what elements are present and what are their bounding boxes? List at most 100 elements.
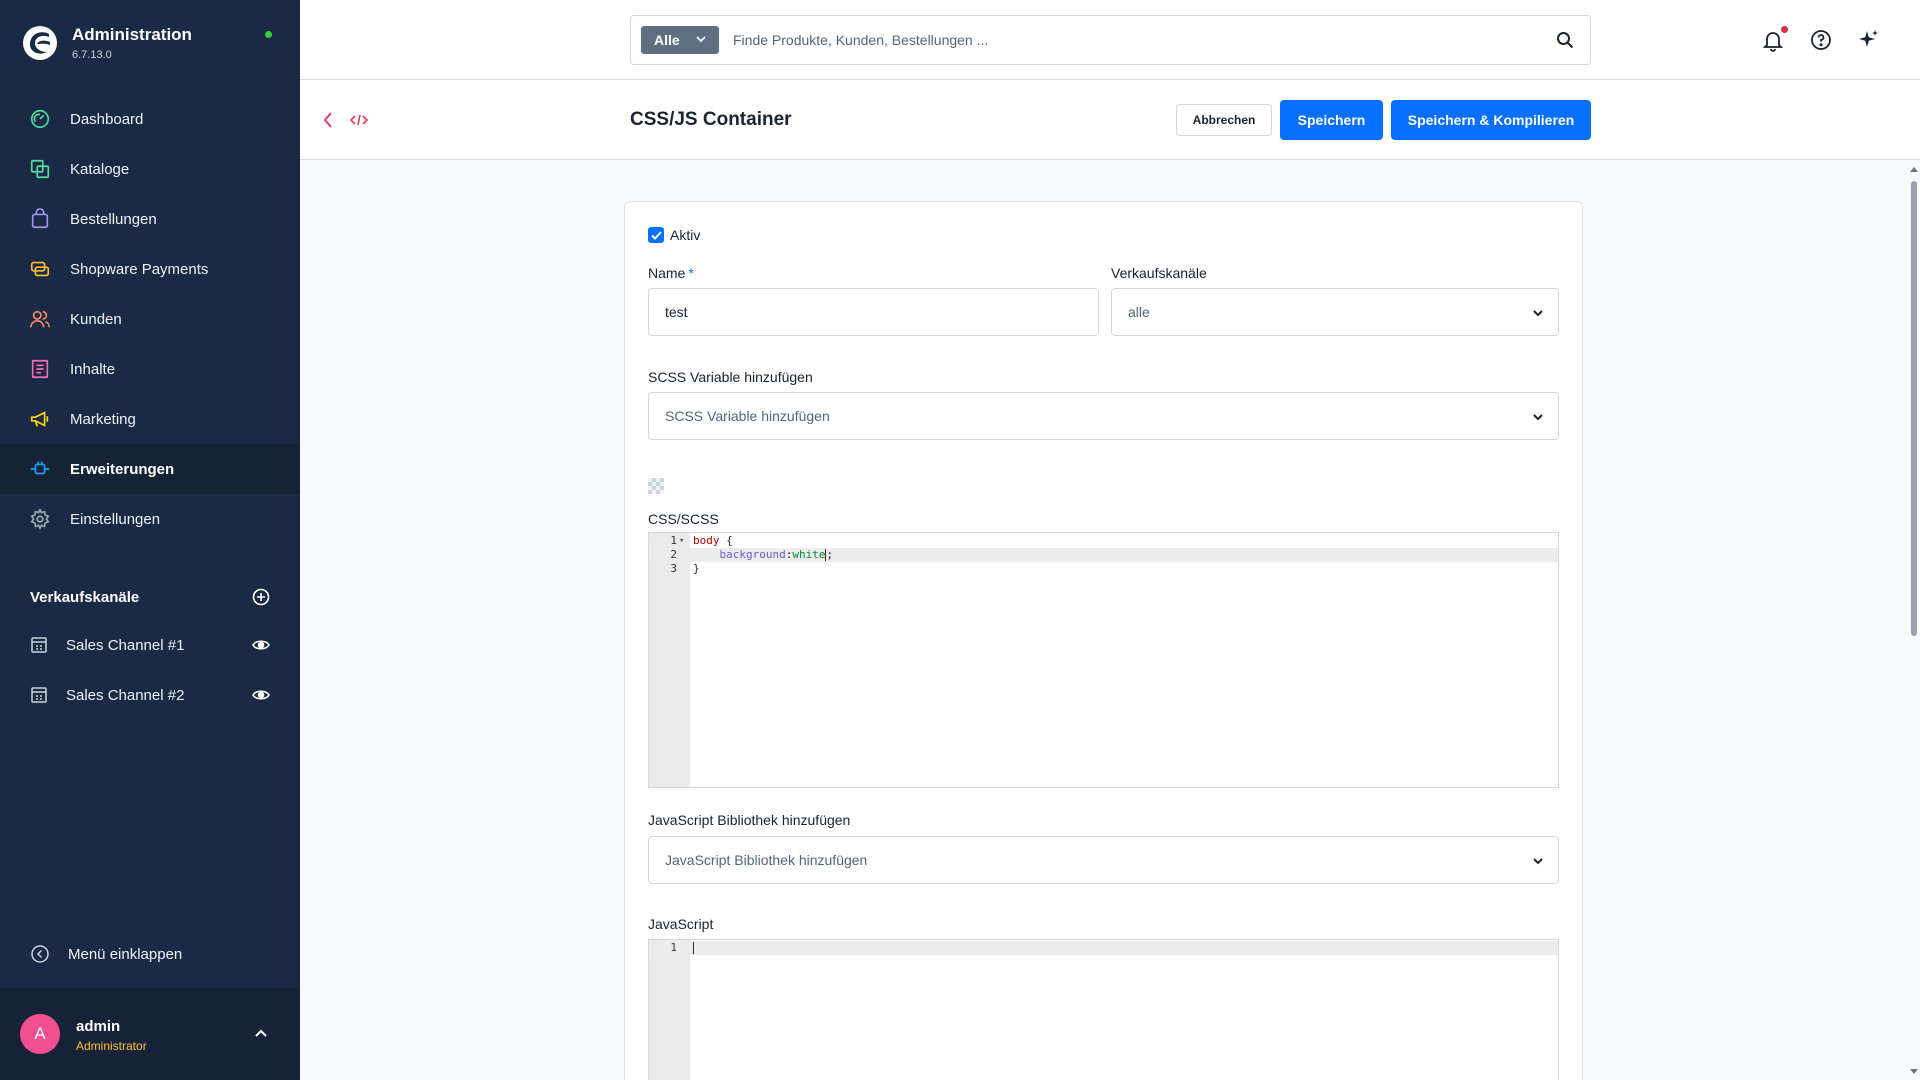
sidebar-item-label: Kunden <box>70 310 122 328</box>
sidebar-item-label: Marketing <box>70 410 136 428</box>
css-label: CSS/SCSS <box>648 511 719 527</box>
sales-channel-label: Sales Channel #1 <box>66 636 185 654</box>
line-number: 1 <box>670 941 677 954</box>
sidebar-item-content[interactable]: Inhalte <box>0 344 300 394</box>
sidebar-item-label: Kataloge <box>70 160 130 178</box>
css-value: white <box>792 548 826 561</box>
active-checkbox[interactable] <box>648 227 664 243</box>
eye-icon[interactable] <box>252 687 270 703</box>
sales-channel-item[interactable]: Sales Channel #1 <box>0 620 300 670</box>
sidebar-item-label: Dashboard <box>70 110 144 128</box>
fold-arrow-icon[interactable]: ▾ <box>679 534 684 548</box>
container-form-card: Aktiv Name* Verkaufskanäle alle SCSS Var… <box>624 201 1583 1080</box>
sidebar-item-dashboard[interactable]: Dashboard <box>0 94 300 144</box>
code-text: { <box>719 534 733 547</box>
cancel-button[interactable]: Abbrechen <box>1176 104 1272 136</box>
editor-gutter <box>649 940 690 1080</box>
gear-icon <box>28 507 52 531</box>
sales-channel-label: Sales Channel #2 <box>66 686 185 704</box>
js-library-label: JavaScript Bibliothek hinzufügen <box>648 812 851 828</box>
chevron-left-icon[interactable] <box>322 110 334 130</box>
sidebar-item-shopware-payments[interactable]: Shopware Payments <box>0 244 300 294</box>
chevron-down-icon <box>696 36 706 43</box>
code-line: 2 background:white; <box>649 548 1558 562</box>
storefront-icon <box>31 687 47 703</box>
scrollbar[interactable] <box>1907 161 1920 1080</box>
js-library-select[interactable]: JavaScript Bibliothek hinzufügen <box>648 836 1559 884</box>
app-title: Administration <box>72 25 192 44</box>
sidebar-item-settings[interactable]: Einstellungen <box>0 494 300 544</box>
sidebar-item-marketing[interactable]: Marketing <box>0 394 300 444</box>
code-icon <box>350 114 368 126</box>
sales-channels-title: Verkaufskanäle <box>30 588 140 606</box>
code-line: 1 ▾ body { <box>649 534 1558 548</box>
css-selector: body <box>693 534 720 547</box>
text-cursor <box>693 942 694 954</box>
chevron-left-circle-icon <box>31 945 49 963</box>
scroll-up-arrow-icon[interactable] <box>1910 167 1918 172</box>
eye-icon[interactable] <box>252 637 270 653</box>
name-field[interactable] <box>648 288 1099 336</box>
scss-variable-placeholder: SCSS Variable hinzufügen <box>665 408 830 424</box>
name-label-text: Name <box>648 265 686 281</box>
user-profile[interactable]: A admin Administrator <box>0 988 300 1080</box>
help-icon[interactable] <box>1809 28 1833 52</box>
add-circle-icon[interactable] <box>252 588 270 606</box>
scroll-down-arrow-icon[interactable] <box>1910 1069 1918 1074</box>
products-icon <box>28 157 52 181</box>
user-role: Administrator <box>76 1039 147 1053</box>
scroll-thumb[interactable] <box>1911 181 1917 636</box>
sidebar-item-customers[interactable]: Kunden <box>0 294 300 344</box>
shopware-logo-icon <box>23 26 57 60</box>
users-icon <box>28 307 52 331</box>
collapse-menu-button[interactable]: Menü einklappen <box>30 944 182 964</box>
global-search: Alle <box>630 15 1591 65</box>
app-version: 6.7.13.0 <box>72 49 112 61</box>
sidebar-item-catalogues[interactable]: Kataloge <box>0 144 300 194</box>
chevron-down-icon <box>1533 858 1543 865</box>
brand[interactable]: Administration 6.7.13.0 <box>22 24 192 62</box>
scss-variable-select[interactable]: SCSS Variable hinzufügen <box>648 392 1559 440</box>
color-preview-icon[interactable] <box>648 478 664 494</box>
sidebar-item-label: Inhalte <box>70 360 116 378</box>
scss-variable-label: SCSS Variable hinzufügen <box>648 369 813 385</box>
saleschannels-select[interactable]: alle <box>1111 288 1559 336</box>
sidebar-item-label: Bestellungen <box>70 210 157 228</box>
notification-badge <box>1781 26 1788 33</box>
name-input[interactable] <box>665 304 1098 320</box>
code-text: } <box>693 562 700 575</box>
content-icon <box>28 357 52 381</box>
name-label: Name * <box>648 265 694 281</box>
sidebar-item-extensions[interactable]: Erweiterungen <box>0 444 300 494</box>
search-type-label: Alle <box>654 32 680 48</box>
user-name: admin <box>76 1018 121 1035</box>
js-label: JavaScript <box>648 916 714 932</box>
js-code-editor[interactable]: 1 <box>648 939 1559 1080</box>
search-type-dropdown[interactable]: Alle <box>641 26 719 54</box>
search-icon[interactable] <box>1556 31 1574 49</box>
sparkle-icon[interactable] <box>1857 28 1881 52</box>
search-input[interactable] <box>733 25 1533 55</box>
saleschannels-value: alle <box>1128 304 1150 320</box>
css-code-editor[interactable]: 1 ▾ body { 2 background:white; 3 } <box>648 532 1559 788</box>
active-checkbox-row[interactable]: Aktiv <box>648 227 700 243</box>
page-title: CSS/JS Container <box>630 109 792 130</box>
sidebar: Administration 6.7.13.0 Dashboard Katalo… <box>0 0 300 1080</box>
avatar: A <box>20 1014 60 1054</box>
plug-icon <box>28 457 52 481</box>
sidebar-item-orders[interactable]: Bestellungen <box>0 194 300 244</box>
status-indicator <box>265 31 272 38</box>
sales-channels-header: Verkaufskanäle <box>30 588 270 606</box>
chevron-up-icon[interactable] <box>254 1028 268 1038</box>
save-button[interactable]: Speichern <box>1280 100 1383 140</box>
save-compile-button[interactable]: Speichern & Kompilieren <box>1391 100 1591 140</box>
css-property: background <box>719 548 786 561</box>
gauge-icon <box>28 107 52 131</box>
shopping-bag-icon <box>28 207 52 231</box>
megaphone-icon <box>28 407 52 431</box>
smart-bar: CSS/JS Container Abbrechen Speichern Spe… <box>300 80 1920 160</box>
sales-channel-item[interactable]: Sales Channel #2 <box>0 670 300 720</box>
sidebar-item-label: Shopware Payments <box>70 260 209 278</box>
collapse-menu-label: Menü einklappen <box>68 945 183 963</box>
line-number: 3 <box>670 562 677 575</box>
